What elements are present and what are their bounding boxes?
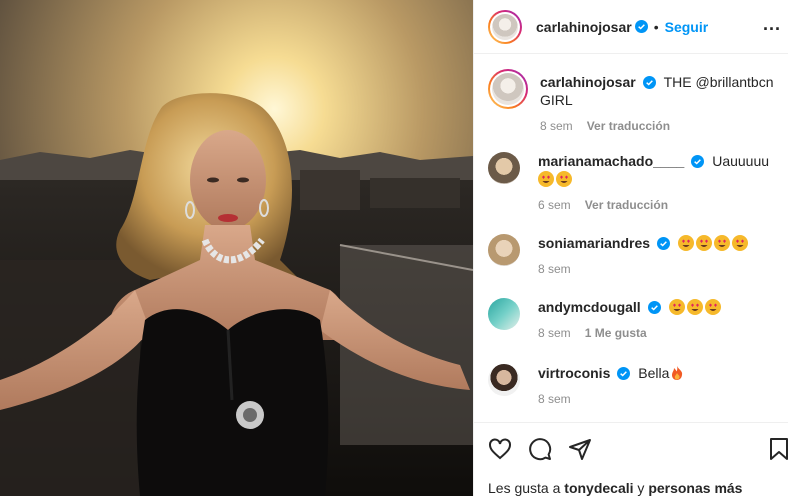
bookmark-icon[interactable] bbox=[769, 437, 788, 461]
comment-username[interactable]: marianamachado____ bbox=[538, 153, 684, 169]
comment-username[interactable]: soniamariandres bbox=[538, 235, 650, 251]
comment-meta: 8 sem 1 Me gusta bbox=[538, 326, 788, 340]
action-icons bbox=[488, 437, 608, 461]
caption-avatar[interactable] bbox=[488, 69, 528, 109]
more-options-icon[interactable]: ... bbox=[763, 14, 788, 35]
author-username[interactable]: carlahinojosar bbox=[536, 19, 632, 35]
post-photo[interactable] bbox=[0, 0, 473, 496]
caption-text: THE @brillantbcn bbox=[663, 74, 774, 90]
comment-item: soniamariandres 8 sem bbox=[488, 234, 788, 276]
likes-summary: Les gusta a tonydecali y personas más bbox=[488, 480, 742, 496]
caption: carlahinojosar THE @brillantbcn GIRL 8 s… bbox=[488, 69, 788, 133]
caption-username[interactable]: carlahinojosar bbox=[540, 74, 636, 90]
verified-icon bbox=[642, 76, 656, 89]
post-side-panel: carlahinojosar • Seguir ... carlahinojos… bbox=[473, 0, 788, 496]
comment-text: Uauuuuu bbox=[712, 153, 770, 169]
post-viewer: carlahinojosar • Seguir ... carlahinojos… bbox=[0, 0, 788, 496]
share-icon[interactable] bbox=[568, 437, 592, 461]
translate-link[interactable]: Ver traducción bbox=[585, 198, 668, 212]
emoji-row bbox=[538, 171, 574, 187]
comment-time[interactable]: 8 sem bbox=[538, 326, 571, 340]
emoji-heart-eyes-icon bbox=[713, 235, 730, 251]
commenter-avatar[interactable] bbox=[488, 298, 520, 330]
verified-icon bbox=[691, 155, 705, 168]
separator-dot: • bbox=[653, 18, 659, 35]
likes-mid: y bbox=[637, 480, 645, 496]
commenter-avatar[interactable] bbox=[488, 152, 520, 184]
comment-meta: 8 sem bbox=[538, 262, 788, 276]
emoji-heart-eyes-icon bbox=[704, 299, 721, 315]
comment-item: andymcdougall 8 sem 1 Me gusta bbox=[488, 298, 788, 340]
comment-icon[interactable] bbox=[528, 437, 552, 461]
comment-time[interactable]: 6 sem bbox=[538, 198, 571, 212]
author-avatar[interactable] bbox=[488, 9, 522, 44]
verified-icon bbox=[634, 20, 648, 33]
likes-others[interactable]: personas más bbox=[648, 480, 742, 496]
post-header: carlahinojosar • Seguir ... bbox=[474, 0, 788, 54]
caption-time[interactable]: 8 sem bbox=[540, 119, 573, 133]
verified-icon bbox=[657, 237, 671, 250]
emoji-heart-eyes-icon bbox=[686, 299, 703, 315]
caption-meta: 8 sem Ver traducción bbox=[540, 119, 788, 133]
photo-illustration bbox=[0, 0, 473, 496]
comment-username[interactable]: andymcdougall bbox=[538, 299, 641, 315]
comment-likes-link[interactable]: 1 Me gusta bbox=[585, 326, 647, 340]
verified-icon bbox=[617, 367, 631, 380]
emoji-heart-eyes-icon bbox=[731, 235, 748, 251]
caption-text-rest: GIRL bbox=[540, 92, 573, 108]
likes-user[interactable]: tonydecali bbox=[564, 480, 633, 496]
emoji-heart-eyes-icon bbox=[538, 171, 554, 187]
comment-item: marianamachado____ Uauuuuu 6 sem Ver trad… bbox=[488, 152, 788, 212]
comment-text: Bella bbox=[638, 365, 670, 381]
comment-username[interactable]: virtroconis bbox=[538, 365, 610, 381]
emoji-heart-eyes-icon bbox=[695, 235, 712, 251]
likes-prefix: Les gusta a bbox=[488, 480, 561, 496]
verified-icon bbox=[647, 301, 661, 314]
commenter-avatar[interactable] bbox=[488, 364, 520, 396]
heart-icon[interactable] bbox=[488, 437, 512, 461]
post-actions: Les gusta a tonydecali y personas más bbox=[474, 422, 788, 496]
comment-time[interactable]: 8 sem bbox=[538, 262, 571, 276]
emoji-heart-eyes-icon bbox=[677, 235, 694, 251]
emoji-row bbox=[668, 299, 723, 315]
translate-link[interactable]: Ver traducción bbox=[587, 119, 670, 133]
comment-time[interactable]: 8 sem bbox=[538, 392, 571, 406]
commenter-avatar[interactable] bbox=[488, 234, 520, 266]
emoji-fire-icon bbox=[672, 366, 683, 380]
comments-list[interactable]: carlahinojosar THE @brillantbcn GIRL 8 s… bbox=[474, 54, 788, 422]
comment-meta: 6 sem Ver traducción bbox=[538, 198, 788, 212]
follow-button[interactable]: Seguir bbox=[665, 19, 709, 35]
emoji-heart-eyes-icon bbox=[668, 299, 685, 315]
comment-item: virtroconis Bella 8 sem bbox=[488, 364, 788, 406]
emoji-heart-eyes-icon bbox=[556, 171, 572, 187]
emoji-row bbox=[677, 235, 750, 251]
comment-meta: 8 sem bbox=[538, 392, 788, 406]
